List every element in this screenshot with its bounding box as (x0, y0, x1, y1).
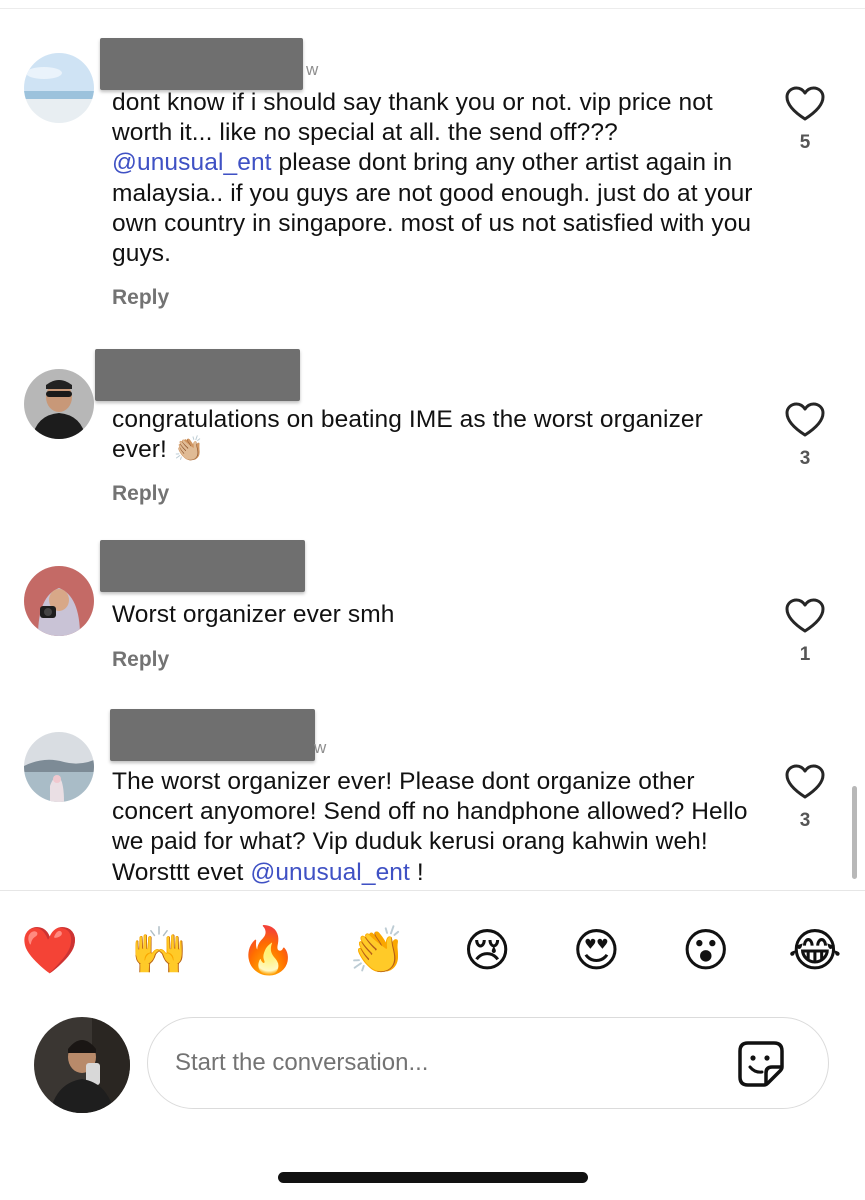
avatar[interactable] (24, 732, 94, 802)
comment-text: Worst organizer ever smh (112, 600, 762, 630)
comment-text: The worst organizer ever! Please dont or… (112, 767, 762, 888)
top-divider (0, 8, 865, 9)
reaction-raised-hands[interactable]: 🙌 (129, 920, 189, 980)
reaction-heart-eyes[interactable]: 😍 (566, 920, 626, 980)
reaction-clap[interactable]: 👏 (348, 920, 408, 980)
like-control: 3 (785, 764, 825, 832)
heart-icon[interactable] (785, 598, 825, 634)
like-control: 3 (785, 402, 825, 470)
home-indicator[interactable] (278, 1172, 588, 1183)
comment-text-part: ! (409, 858, 424, 886)
redacted-username (110, 709, 315, 761)
reaction-heart[interactable]: ❤️ (20, 920, 80, 980)
like-control: 5 (785, 86, 825, 154)
mention-link[interactable]: @unusual_ent (112, 149, 272, 176)
composer-divider (0, 890, 865, 891)
like-control: 1 (785, 598, 825, 666)
like-count: 1 (799, 644, 811, 665)
comment-text-part: The worst organizer ever! Please dont or… (112, 768, 755, 886)
sticker-icon[interactable] (736, 1039, 786, 1089)
quick-reactions-bar: ❤️ 🙌 🔥 👏 😢 😍 😮 😂 (20, 920, 845, 980)
like-count: 5 (799, 132, 811, 153)
comment-text-part: Worst organizer ever smh (112, 601, 395, 628)
heart-icon[interactable] (785, 764, 825, 800)
comment-timestamp: w (306, 60, 319, 79)
avatar[interactable] (24, 369, 94, 439)
reaction-laughing[interactable]: 😂 (785, 920, 845, 980)
comment-text-part: congratulations on beating IME as the wo… (112, 406, 710, 464)
comment-input-placeholder: Start the conversation... (175, 1049, 429, 1076)
comment-text: dont know if i should say thank you or n… (112, 88, 762, 269)
like-count: 3 (799, 448, 811, 469)
comment-text: congratulations on beating IME as the wo… (112, 405, 762, 465)
reply-button[interactable]: Reply (112, 648, 169, 672)
heart-icon[interactable] (785, 402, 825, 438)
reaction-crying[interactable]: 😢 (457, 920, 517, 980)
scrollbar[interactable] (852, 786, 857, 879)
redacted-username (95, 349, 300, 401)
avatar[interactable] (24, 566, 94, 636)
reply-button[interactable]: Reply (112, 286, 169, 310)
redacted-username (100, 540, 305, 592)
reply-button[interactable]: Reply (112, 482, 169, 506)
current-user-avatar[interactable] (34, 1017, 130, 1113)
comment-input[interactable]: Start the conversation... (147, 1017, 829, 1109)
heart-icon[interactable] (785, 86, 825, 122)
avatar[interactable] (24, 53, 94, 123)
reaction-fire[interactable]: 🔥 (239, 920, 299, 980)
redacted-username (100, 38, 303, 90)
comment-text-part: dont know if i should say thank you or n… (112, 89, 720, 147)
mention-link[interactable]: @unusual_ent (250, 859, 410, 886)
like-count: 3 (799, 810, 811, 831)
reaction-surprised[interactable]: 😮 (676, 920, 736, 980)
comment-timestamp: w (314, 738, 327, 757)
